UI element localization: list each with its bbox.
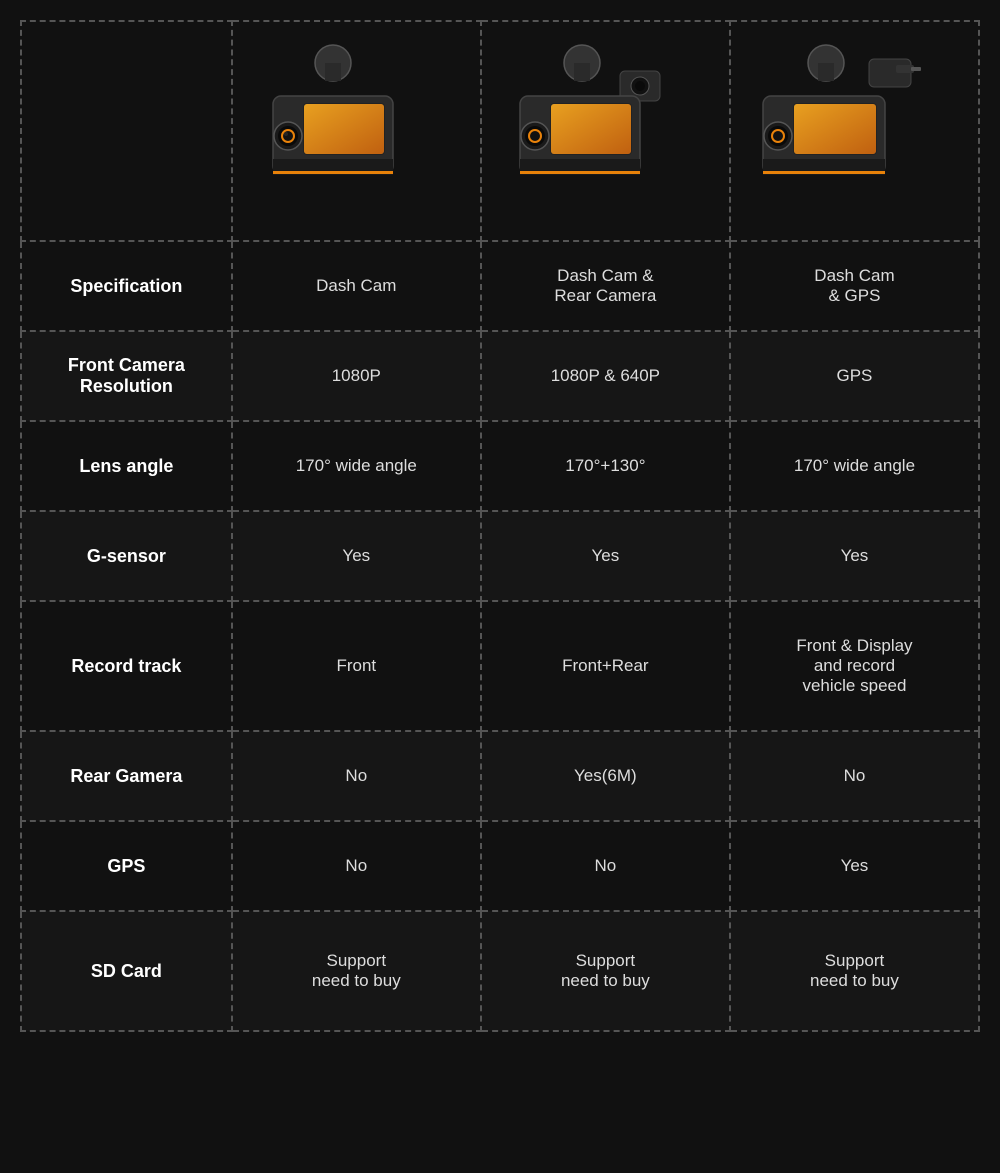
dashcam-image-2 (492, 41, 672, 221)
spec-value-col2-resolution: 1080P & 640P (481, 331, 730, 421)
spec-label-sd-card: SD Card (21, 911, 232, 1031)
table-wrapper: Specification Dash Cam Dash Cam & Rear C… (0, 0, 1000, 1173)
spec-value-col1-sd-card: Support need to buy (232, 911, 481, 1031)
spec-value-col2-rear-camera: Yes(6M) (481, 731, 730, 821)
spec-row-resolution: Front Camera Resolution 1080P 1080P & 64… (21, 331, 979, 421)
spec-label-gsensor: G-sensor (21, 511, 232, 601)
spec-value-col3-specification: Dash Cam & GPS (730, 241, 979, 331)
product-image-col3 (730, 21, 979, 241)
dashcam-image-1 (243, 41, 423, 221)
spec-label-record-track: Record track (21, 601, 232, 731)
empty-header-cell (21, 21, 232, 241)
spec-value-col2-gsensor: Yes (481, 511, 730, 601)
product-image-col2 (481, 21, 730, 241)
spec-value-col2-sd-card: Support need to buy (481, 911, 730, 1031)
spec-value-col3-gps: Yes (730, 821, 979, 911)
spec-label-gps: GPS (21, 821, 232, 911)
spec-value-col3-resolution: GPS (730, 331, 979, 421)
spec-value-col3-lens-angle: 170° wide angle (730, 421, 979, 511)
spec-value-col3-sd-card: Support need to buy (730, 911, 979, 1031)
spec-value-col3-gsensor: Yes (730, 511, 979, 601)
spec-value-col1-rear-camera: No (232, 731, 481, 821)
spec-row-gps: GPS No No Yes (21, 821, 979, 911)
comparison-table: Specification Dash Cam Dash Cam & Rear C… (20, 20, 980, 1032)
spec-row-record-track: Record track Front Front+Rear Front & Di… (21, 601, 979, 731)
spec-row-rear-camera: Rear Gamera No Yes(6M) No (21, 731, 979, 821)
spec-value-col2-specification: Dash Cam & Rear Camera (481, 241, 730, 331)
image-row (21, 21, 979, 241)
spec-value-col3-record-track: Front & Display and record vehicle speed (730, 601, 979, 731)
spec-value-col1-gsensor: Yes (232, 511, 481, 601)
spec-label-rear-camera: Rear Gamera (21, 731, 232, 821)
spec-row-lens-angle: Lens angle 170° wide angle 170°+130° 170… (21, 421, 979, 511)
spec-label-specification: Specification (21, 241, 232, 331)
spec-value-col1-record-track: Front (232, 601, 481, 731)
spec-value-col2-gps: No (481, 821, 730, 911)
spec-value-col2-record-track: Front+Rear (481, 601, 730, 731)
spec-value-col1-gps: No (232, 821, 481, 911)
spec-value-col1-resolution: 1080P (232, 331, 481, 421)
spec-label-resolution: Front Camera Resolution (21, 331, 232, 421)
spec-value-col3-rear-camera: No (730, 731, 979, 821)
dashcam-image-3 (741, 41, 921, 221)
spec-value-col1-lens-angle: 170° wide angle (232, 421, 481, 511)
spec-row-specification: Specification Dash Cam Dash Cam & Rear C… (21, 241, 979, 331)
spec-row-gsensor: G-sensor Yes Yes Yes (21, 511, 979, 601)
spec-label-lens-angle: Lens angle (21, 421, 232, 511)
spec-value-col2-lens-angle: 170°+130° (481, 421, 730, 511)
product-image-col1 (232, 21, 481, 241)
spec-value-col1-specification: Dash Cam (232, 241, 481, 331)
spec-row-sd-card: SD Card Support need to buy Support need… (21, 911, 979, 1031)
